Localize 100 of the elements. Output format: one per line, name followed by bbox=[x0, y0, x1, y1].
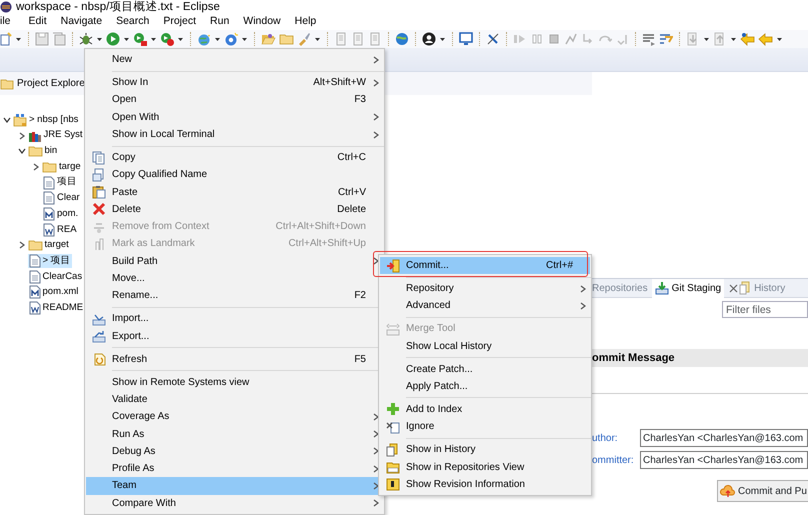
app-icon bbox=[0, 1, 12, 13]
menu-item[interactable]: Show Local History bbox=[380, 338, 590, 355]
commit-push-button[interactable]: Commit and Pu bbox=[717, 480, 808, 502]
menu-item[interactable]: Copy Ctrl+C bbox=[86, 148, 383, 166]
menu-item[interactable]: Navigate bbox=[60, 14, 108, 30]
menu-item[interactable]: Profile As bbox=[86, 460, 383, 478]
menu-item[interactable]: Window bbox=[243, 14, 287, 30]
menu-item[interactable]: Add to Index bbox=[380, 400, 590, 418]
copy-icon bbox=[92, 150, 106, 164]
menu-item[interactable]: Coverage As bbox=[86, 408, 383, 426]
menu-item[interactable]: Show in Local Terminal bbox=[86, 126, 383, 144]
text-field[interactable]: CharlesYan <CharlesYan@163.com bbox=[640, 451, 808, 469]
globe-icon[interactable] bbox=[395, 32, 409, 46]
run-tool-icon[interactable] bbox=[160, 32, 174, 46]
menu-item[interactable]: Help bbox=[294, 14, 322, 30]
tree-item[interactable]: pom.xml bbox=[28, 285, 80, 300]
menu-item[interactable]: Advanced bbox=[380, 297, 590, 315]
menu-item[interactable]: Paste Ctrl+V bbox=[86, 183, 383, 201]
paste-icon bbox=[92, 185, 106, 200]
run-tool-icon[interactable] bbox=[133, 32, 147, 46]
menu-item[interactable]: Delete Delete bbox=[86, 200, 383, 218]
tree-item[interactable]: bin bbox=[26, 144, 58, 158]
folder-icon bbox=[42, 160, 57, 174]
file-icon bbox=[43, 191, 55, 206]
tree-item[interactable]: README bbox=[28, 300, 84, 316]
menu-item[interactable]: Export... bbox=[86, 328, 383, 345]
text-field[interactable]: CharlesYan <CharlesYan@163.com bbox=[640, 429, 808, 447]
field-label: uthor: bbox=[592, 432, 619, 446]
repository-icon bbox=[386, 460, 400, 474]
merge-icon bbox=[386, 322, 400, 336]
folder-icon bbox=[28, 144, 42, 158]
open-folder-icon[interactable] bbox=[261, 32, 276, 46]
tree-item[interactable]: > nbsp [nbs bbox=[12, 112, 80, 127]
person-icon[interactable] bbox=[422, 32, 436, 46]
view-tab[interactable]: Git Staging bbox=[652, 278, 724, 298]
maven-file-icon bbox=[43, 206, 55, 221]
menu-item[interactable]: Create Patch... bbox=[380, 360, 590, 378]
tree-item[interactable]: JRE Syst bbox=[26, 128, 84, 143]
menu-item[interactable]: Open F3 bbox=[86, 91, 383, 109]
menu-item[interactable]: Run bbox=[210, 14, 236, 30]
maven-file-icon bbox=[28, 285, 40, 300]
menu-item[interactable]: Show in Repositories View bbox=[380, 458, 590, 476]
download-icon bbox=[654, 281, 669, 295]
tree-item[interactable]: target bbox=[26, 238, 70, 252]
commit-icon bbox=[386, 258, 400, 273]
menu-item[interactable]: ile bbox=[0, 14, 17, 30]
back-icon[interactable] bbox=[740, 32, 755, 46]
tree-item[interactable]: pom. bbox=[42, 206, 80, 222]
menu-item[interactable]: Show Revision Information bbox=[380, 476, 590, 493]
view-title[interactable]: Project Explore bbox=[17, 76, 85, 91]
menu-item[interactable]: Project bbox=[163, 14, 202, 30]
menu-item[interactable]: Show In Alt+Shift+W bbox=[86, 74, 383, 92]
copy-icon bbox=[92, 168, 106, 182]
tree-item[interactable]: Clear bbox=[42, 191, 81, 206]
tree-item[interactable]: targe bbox=[41, 160, 82, 174]
document-icon bbox=[43, 222, 55, 237]
word-wrap-icon[interactable] bbox=[642, 32, 656, 46]
menu-item[interactable]: Search bbox=[116, 14, 156, 30]
menu-item[interactable]: Edit bbox=[28, 14, 53, 30]
file-icon bbox=[28, 270, 40, 284]
document-icon bbox=[28, 301, 40, 316]
menu-item[interactable]: Debug As bbox=[86, 442, 383, 460]
tree-item[interactable]: 项目 bbox=[42, 175, 78, 190]
new-file-icon[interactable] bbox=[0, 32, 12, 46]
history-icon bbox=[386, 442, 400, 457]
section-header: ommit Message bbox=[592, 349, 808, 367]
field-label: ommitter: bbox=[592, 454, 635, 468]
menu-item[interactable]: Open With bbox=[86, 108, 383, 126]
menu-item[interactable]: Apply Patch... bbox=[380, 378, 590, 396]
add-icon bbox=[386, 402, 400, 416]
info-icon bbox=[386, 477, 400, 492]
delete-icon bbox=[92, 202, 106, 216]
close-icon[interactable] bbox=[729, 284, 738, 292]
new-class-icon[interactable] bbox=[224, 32, 238, 46]
menu-item[interactable]: Ignore bbox=[380, 418, 590, 436]
menu-item[interactable]: Import... bbox=[86, 310, 383, 328]
tree-item[interactable]: REA bbox=[42, 222, 78, 237]
project-icon bbox=[13, 112, 27, 127]
file-icon bbox=[43, 176, 55, 190]
menu-item[interactable]: Refresh F5 bbox=[86, 350, 383, 368]
tree-item[interactable]: ClearCas bbox=[28, 270, 84, 284]
menu-item[interactable]: Commit... Ctrl+# bbox=[380, 257, 590, 274]
menu-item[interactable]: Copy Qualified Name bbox=[86, 166, 383, 184]
ignore-icon bbox=[386, 420, 400, 434]
refresh-icon bbox=[92, 352, 106, 366]
export-icon bbox=[92, 329, 106, 344]
step-filter-icon[interactable] bbox=[659, 32, 673, 46]
menu-item[interactable]: Repository bbox=[380, 280, 590, 298]
file-icon bbox=[28, 254, 40, 268]
tree-item[interactable]: > 项目 bbox=[28, 254, 72, 268]
history-icon bbox=[739, 281, 752, 295]
window-title: workspace - nbsp/项目概述.txt - Eclipse bbox=[16, 0, 220, 14]
menu-item[interactable]: Compare With bbox=[86, 494, 383, 512]
menu-item[interactable]: Show in History bbox=[380, 441, 590, 458]
folder-icon bbox=[0, 77, 14, 90]
debug-icon[interactable] bbox=[79, 32, 93, 46]
upload-icon bbox=[720, 483, 736, 499]
menu-item[interactable]: Run As bbox=[86, 425, 383, 443]
filter-field[interactable]: Filter files bbox=[722, 301, 808, 318]
monitor-icon[interactable] bbox=[459, 32, 473, 46]
